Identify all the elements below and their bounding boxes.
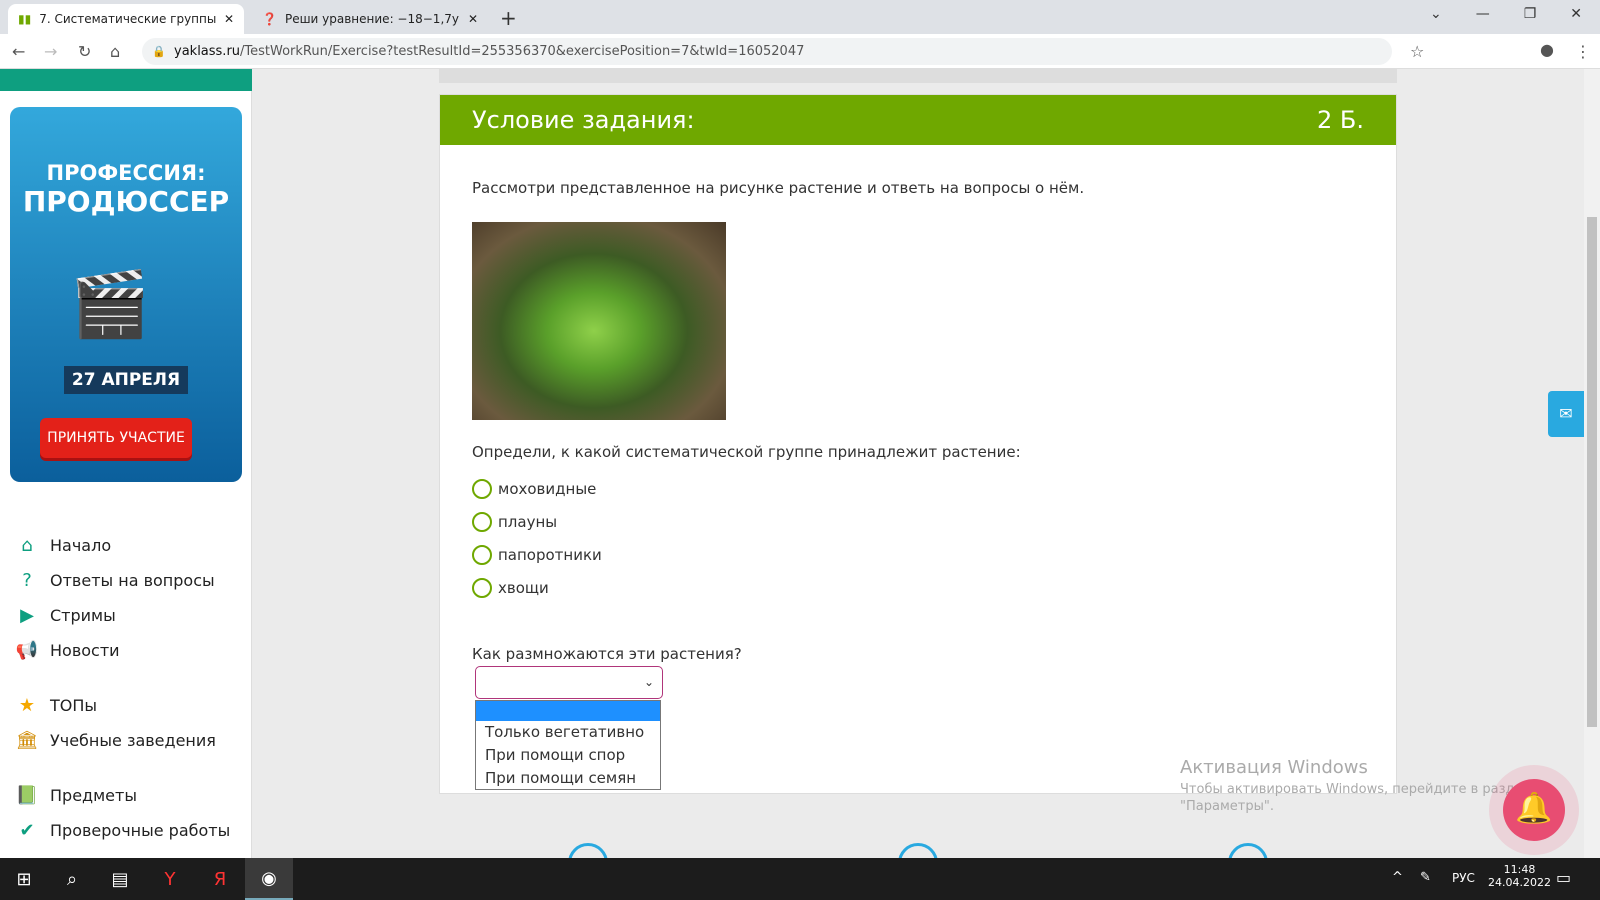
dropdown-option[interactable]: При помощи спор bbox=[476, 744, 660, 767]
windows-start-icon[interactable]: ⊞ bbox=[0, 858, 48, 900]
mail-icon[interactable]: ✉ bbox=[1548, 391, 1584, 437]
yandex-browser-icon[interactable]: Y bbox=[146, 858, 194, 900]
reload-icon[interactable]: ↻ bbox=[78, 42, 91, 61]
news-icon: 📢 bbox=[15, 639, 39, 661]
question-favicon-icon: ❓ bbox=[262, 12, 277, 26]
home-icon: ⌂ bbox=[21, 534, 33, 556]
question-icon: ? bbox=[22, 569, 32, 591]
task-view-icon[interactable]: ▤ bbox=[96, 858, 144, 900]
sidebar-item-streams[interactable]: ▶ Стримы bbox=[16, 604, 116, 626]
sidebar-item-answers[interactable]: ? Ответы на вопросы bbox=[16, 569, 214, 591]
task-header: Условие задания: 2 Б. bbox=[440, 95, 1396, 145]
tab-search-icon[interactable]: ⌄ bbox=[1430, 6, 1442, 22]
select-dropdown: Только вегетативно При помощи спор При п… bbox=[475, 700, 661, 790]
radio-option[interactable]: плауны bbox=[472, 512, 557, 532]
reproduction-select[interactable]: ⌄ bbox=[475, 666, 663, 699]
book-icon: 📗 bbox=[15, 784, 39, 806]
sidebar-item-institutions[interactable]: 🏛 Учебные заведения bbox=[16, 729, 216, 751]
task-card: Условие задания: 2 Б. Рассмотри представ… bbox=[439, 94, 1397, 794]
sidebar-item-news[interactable]: 📢 Новости bbox=[16, 639, 120, 661]
windows-activation-watermark: Активация Windows Чтобы активировать Win… bbox=[1180, 757, 1531, 814]
menu-icon[interactable]: ⋮ bbox=[1575, 42, 1591, 61]
restore-button[interactable]: ❐ bbox=[1524, 6, 1537, 22]
minimize-button[interactable]: — bbox=[1476, 6, 1490, 22]
check-icon: ✔ bbox=[19, 819, 35, 841]
radio-option[interactable]: моховидные bbox=[472, 479, 596, 499]
sidebar-header-strip bbox=[0, 69, 252, 91]
institution-icon: 🏛 bbox=[15, 729, 39, 751]
windows-taskbar: ⊞ ⌕ ▤ Y Я ◉ ^ ✎ РУС 11:48 24.04.2022 ▭ bbox=[0, 858, 1600, 900]
tab-second[interactable]: ❓ Реши уравнение: −18−1,7y=44,4 ✕ bbox=[252, 4, 488, 34]
yaklass-favicon-icon: ▮▮ bbox=[18, 12, 32, 26]
lock-icon: 🔒 bbox=[152, 45, 166, 58]
exercise-progress-bar bbox=[439, 69, 1397, 83]
sidebar-item-tops[interactable]: ★ ТОПы bbox=[16, 694, 97, 716]
play-icon: ▶ bbox=[20, 604, 34, 626]
plant-image bbox=[472, 222, 726, 420]
sidebar: ПРОФЕССИЯ: ПРОДЮССЕР 🎬 27 АПРЕЛЯ ПРИНЯТЬ… bbox=[0, 69, 252, 858]
chrome-icon[interactable]: ◉ bbox=[245, 858, 293, 900]
sidebar-item-subjects[interactable]: 📗 Предметы bbox=[16, 784, 137, 806]
yandex-icon[interactable]: Я bbox=[196, 858, 244, 900]
sidebar-item-tests[interactable]: ✔ Проверочные работы bbox=[16, 819, 230, 841]
browser-tab-bar: ▮▮ 7. Систематические группы рас ✕ ❓ Реш… bbox=[0, 0, 1600, 34]
dropdown-option[interactable]: Только вегетативно bbox=[476, 721, 660, 744]
tray-chevron-icon[interactable]: ^ bbox=[1392, 870, 1403, 885]
notifications-icon[interactable]: ▭ bbox=[1556, 868, 1571, 887]
clock[interactable]: 11:48 24.04.2022 bbox=[1488, 863, 1551, 889]
profile-icon[interactable]: ● bbox=[1540, 40, 1554, 59]
close-tab-icon[interactable]: ✕ bbox=[468, 12, 478, 26]
search-icon[interactable]: ⌕ bbox=[48, 858, 96, 900]
points-badge: 2 Б. bbox=[1317, 106, 1364, 134]
sidebar-item-home[interactable]: ⌂ Начало bbox=[16, 534, 111, 556]
language-indicator[interactable]: РУС bbox=[1452, 871, 1475, 885]
close-window-button[interactable]: ✕ bbox=[1570, 6, 1582, 22]
new-tab-button[interactable]: + bbox=[500, 6, 517, 30]
dropdown-option[interactable]: При помощи семян bbox=[476, 767, 660, 790]
star-icon: ★ bbox=[18, 694, 36, 716]
chevron-down-icon: ⌄ bbox=[643, 675, 654, 689]
close-tab-icon[interactable]: ✕ bbox=[224, 12, 234, 26]
scrollbar-thumb[interactable] bbox=[1587, 217, 1597, 727]
radio-option[interactable]: папоротники bbox=[472, 545, 602, 565]
notification-bell-icon[interactable]: 🔔 bbox=[1503, 779, 1565, 841]
dropdown-option[interactable] bbox=[476, 701, 660, 721]
forward-icon[interactable]: → bbox=[44, 42, 57, 61]
url-input[interactable]: 🔒 yaklass.ru/TestWorkRun/Exercise?testRe… bbox=[142, 38, 1392, 65]
pen-icon[interactable]: ✎ bbox=[1420, 870, 1431, 885]
clapperboard-icon: 🎬 bbox=[70, 268, 150, 342]
radio-option[interactable]: хвощи bbox=[472, 578, 549, 598]
tab-active[interactable]: ▮▮ 7. Систематические группы рас ✕ bbox=[8, 4, 244, 34]
address-bar-row: ← → ↻ ⌂ 🔒 yaklass.ru/TestWorkRun/Exercis… bbox=[0, 34, 1600, 69]
ad-participate-button[interactable]: ПРИНЯТЬ УЧАСТИЕ bbox=[40, 418, 192, 458]
scrollbar[interactable] bbox=[1584, 69, 1600, 858]
back-icon[interactable]: ← bbox=[12, 42, 25, 61]
home-icon[interactable]: ⌂ bbox=[110, 42, 120, 61]
window-controls: ⌄ — ❐ ✕ bbox=[1430, 6, 1582, 22]
bookmark-star-icon[interactable]: ☆ bbox=[1410, 42, 1424, 61]
